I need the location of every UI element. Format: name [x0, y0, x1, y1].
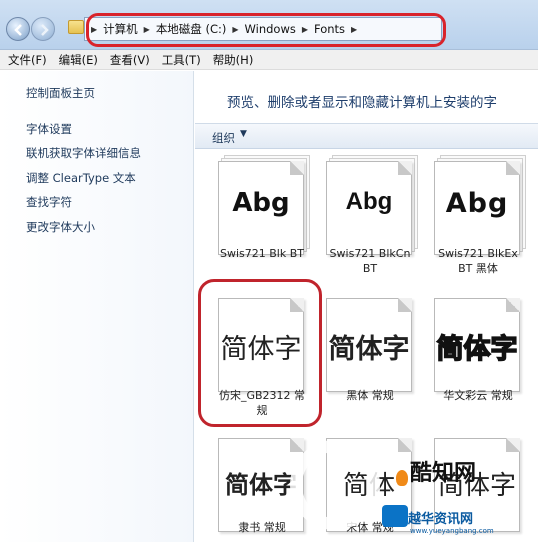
page-description: 预览、删除或者显示和隐藏计算机上安装的字 — [227, 95, 497, 111]
font-settings-link[interactable]: 字体设置 — [26, 121, 72, 137]
font-preview-icon: Abg — [218, 161, 304, 255]
forward-arrow-icon — [41, 24, 49, 36]
font-name: Swis721 BlkCn — [329, 247, 411, 260]
find-character-link[interactable]: 查找字符 — [26, 194, 72, 210]
font-tile[interactable]: Abg Swis721 BlkEx BT 黑体 — [426, 155, 530, 275]
font-annotation-highlight — [198, 279, 322, 427]
font-tile[interactable]: Abg Swis721 Blk BT — [210, 155, 314, 275]
title-bar: ▶ 计算机 ▶ 本地磁盘 (C:) ▶ Windows ▶ Fonts ▶ — [0, 0, 538, 50]
change-font-size-link[interactable]: 更改字体大小 — [26, 219, 95, 235]
watermark-logo-icon — [382, 505, 408, 527]
font-preview-icon: 简体字 — [434, 298, 520, 392]
font-name: 隶书 常规 — [238, 521, 286, 534]
watermark-url: www.yueyangbang.com — [410, 527, 494, 535]
chevron-down-icon[interactable]: ▼ — [240, 129, 247, 139]
font-tile[interactable]: 简体字 华文彩云 常规 — [426, 292, 530, 422]
organize-button[interactable]: 组织 — [212, 130, 235, 146]
font-preview-icon: Abg — [434, 161, 520, 255]
address-annotation-highlight — [86, 13, 446, 47]
font-name-line2: BT 黑体 — [458, 262, 498, 275]
menu-view[interactable]: 查看(V) — [110, 52, 150, 68]
forward-button[interactable] — [31, 17, 55, 41]
font-name: 黑体 常规 — [346, 389, 394, 402]
control-panel-home-link[interactable]: 控制面板主页 — [26, 85, 95, 101]
font-sample: 简体字 — [436, 333, 519, 366]
back-arrow-icon — [14, 24, 22, 36]
watermark-site: 越华资讯网 — [408, 512, 474, 527]
adjust-cleartype-link[interactable]: 调整 ClearType 文本 — [26, 170, 136, 186]
navigation-pane: 控制面板主页 字体设置 联机获取字体详细信息 调整 ClearType 文本 查… — [0, 71, 194, 542]
menu-edit[interactable]: 编辑(E) — [59, 52, 98, 68]
menu-tools[interactable]: 工具(T) — [162, 52, 201, 68]
font-sample: Abg — [345, 188, 393, 215]
font-sample: 简体字 — [328, 334, 410, 365]
font-name: Swis721 Blk BT — [220, 247, 304, 260]
back-button[interactable] — [6, 17, 30, 41]
command-bar: 组织 ▼ — [195, 123, 538, 149]
get-font-info-online-link[interactable]: 联机获取字体详细信息 — [26, 145, 141, 161]
font-tile[interactable]: Abg Swis721 BlkCn BT — [318, 155, 422, 275]
font-preview-icon: Abg — [326, 161, 412, 255]
menu-bar: 文件(F) 编辑(E) 查看(V) 工具(T) 帮助(H) — [0, 50, 538, 70]
font-name-line2: BT — [362, 262, 378, 275]
font-tile[interactable]: 简体字 黑体 常规 — [318, 292, 422, 422]
menu-help[interactable]: 帮助(H) — [213, 52, 254, 68]
font-name: Swis721 BlkEx — [438, 247, 518, 260]
font-sample: Abg — [445, 188, 509, 219]
font-sample: Abg — [232, 188, 290, 218]
watermark-flame-icon — [396, 470, 408, 486]
menu-file[interactable]: 文件(F) — [8, 52, 47, 68]
font-name: 华文彩云 常规 — [443, 389, 513, 402]
watermark-ring — [290, 440, 380, 530]
watermark-brand: 酷知网 — [410, 461, 477, 486]
font-preview-icon: 简体字 — [326, 298, 412, 392]
folder-icon — [68, 20, 84, 34]
